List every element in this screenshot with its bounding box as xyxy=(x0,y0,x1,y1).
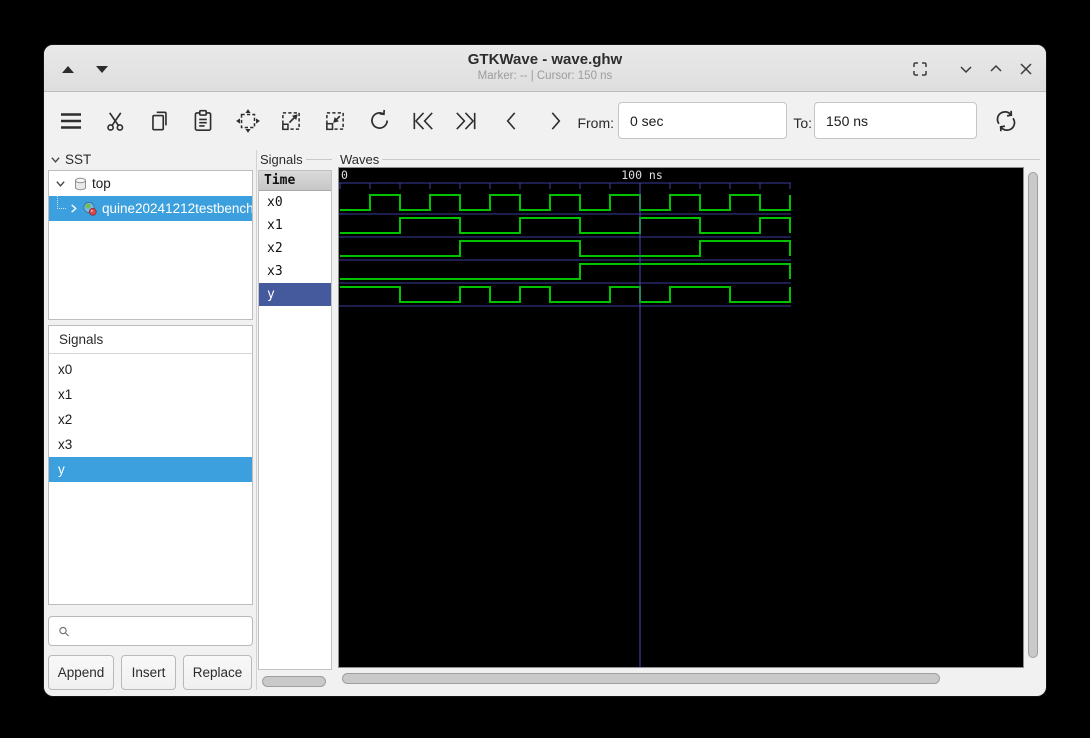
wave-names-header: Signals xyxy=(260,151,332,167)
marker-cursor-status: Marker: -- | Cursor: 150 ns xyxy=(477,70,613,82)
zoom-in-icon xyxy=(282,112,300,131)
reload-icon xyxy=(996,110,1016,132)
skip-to-start-icon xyxy=(413,112,433,130)
chevron-down-icon xyxy=(960,66,972,74)
step-back-button[interactable] xyxy=(499,108,525,134)
facility-item-x0[interactable]: x0 xyxy=(49,357,252,382)
sst-header-label: SST xyxy=(65,151,92,167)
zoom-in-button[interactable] xyxy=(278,108,304,134)
frame-line xyxy=(382,158,1040,160)
minimize-button[interactable] xyxy=(956,59,976,79)
facilities-panel-title: Signals xyxy=(49,326,252,354)
wave-name-x3[interactable]: x3 xyxy=(259,260,331,283)
zoom-out-button[interactable] xyxy=(322,108,348,134)
skip-to-start-button[interactable] xyxy=(410,108,436,134)
time-header[interactable]: Time xyxy=(259,171,331,191)
wave-name-y[interactable]: y xyxy=(259,283,331,306)
waves-hscrollbar[interactable] xyxy=(338,672,1040,685)
waves-header-label: Waves xyxy=(340,151,380,167)
menu-button[interactable] xyxy=(58,108,84,134)
copy-button[interactable] xyxy=(147,108,173,134)
reload-button[interactable] xyxy=(993,108,1019,134)
wave-display[interactable]: 0 100 ns xyxy=(338,167,1024,668)
to-label: To: xyxy=(793,115,812,131)
wave-names-header-label: Signals xyxy=(260,151,303,167)
cut-button[interactable] xyxy=(103,108,129,134)
wave-names-panel: Time x0 x1 x2 x3 y xyxy=(258,170,332,687)
undo-button[interactable] xyxy=(366,108,392,134)
sst-header[interactable]: SST xyxy=(50,150,91,168)
step-forward-button[interactable] xyxy=(542,108,568,134)
skip-to-end-icon xyxy=(456,112,476,130)
chevron-left-icon xyxy=(506,112,516,130)
zoom-fit-icon xyxy=(236,109,260,133)
paste-button[interactable] xyxy=(190,108,216,134)
wave-name-x0[interactable]: x0 xyxy=(259,191,331,214)
expander-down-icon xyxy=(51,156,60,163)
window-title: GTKWave - wave.ghw xyxy=(467,51,623,68)
menu-icon xyxy=(61,113,81,129)
hierarchy-cylinder-icon xyxy=(71,177,89,191)
undo-icon xyxy=(371,109,388,129)
expander-down-icon[interactable] xyxy=(49,178,71,189)
tree-node-label: top xyxy=(92,176,111,191)
wave-name-x2[interactable]: x2 xyxy=(259,237,331,260)
replace-button[interactable]: Replace xyxy=(183,655,252,690)
tree-node-label: quine20241212testbench xyxy=(102,201,252,216)
titlebar[interactable]: GTKWave - wave.ghw Marker: -- | Cursor: … xyxy=(44,45,1046,92)
facility-item-x3[interactable]: x3 xyxy=(49,432,252,457)
svg-text:0: 0 xyxy=(341,168,348,182)
signal-search-box[interactable] xyxy=(48,616,253,646)
svg-text:100 ns: 100 ns xyxy=(621,168,663,182)
pane-divider[interactable] xyxy=(256,150,257,690)
maximize-button[interactable] xyxy=(986,59,1006,79)
chevron-right-icon xyxy=(551,112,561,130)
names-hscrollbar[interactable] xyxy=(261,675,330,688)
insert-button[interactable]: Insert xyxy=(121,655,176,690)
wave-name-x1[interactable]: x1 xyxy=(259,214,331,237)
waveform-canvas[interactable]: 0 100 ns xyxy=(339,168,1023,667)
waves-header: Waves xyxy=(340,151,1040,167)
facility-item-x2[interactable]: x2 xyxy=(49,407,252,432)
waves-hscrollbar-thumb[interactable] xyxy=(342,673,940,684)
facilities-panel: Signals x0 x1 x2 x3 y xyxy=(48,325,253,605)
facility-item-x1[interactable]: x1 xyxy=(49,382,252,407)
zoom-out-icon xyxy=(326,112,344,131)
cut-icon xyxy=(107,112,124,131)
entity-globe-icon xyxy=(80,201,100,217)
gtkwave-window: GTKWave - wave.ghw Marker: -- | Cursor: … xyxy=(44,45,1046,696)
names-hscrollbar-thumb[interactable] xyxy=(262,676,326,687)
from-input[interactable] xyxy=(618,102,787,139)
tree-connector xyxy=(57,196,66,209)
copy-icon xyxy=(152,111,167,131)
search-icon xyxy=(59,626,69,636)
facility-item-y[interactable]: y xyxy=(49,457,252,482)
expander-right-icon[interactable] xyxy=(66,203,80,214)
chevron-up-icon xyxy=(990,64,1002,72)
frame-line xyxy=(305,158,332,160)
sst-tree: top quine20241212testbench xyxy=(48,170,253,320)
close-icon xyxy=(1020,63,1032,75)
zoom-fit-button[interactable] xyxy=(235,108,261,134)
facilities-list: x0 x1 x2 x3 y xyxy=(49,354,252,482)
tree-node-top[interactable]: top xyxy=(49,171,252,196)
fullscreen-icon xyxy=(913,62,927,76)
from-label: From: xyxy=(577,115,614,131)
append-button[interactable]: Append xyxy=(48,655,114,690)
skip-to-end-button[interactable] xyxy=(453,108,479,134)
signal-search-input[interactable] xyxy=(76,619,252,643)
waves-vscrollbar-thumb[interactable] xyxy=(1028,172,1038,658)
tree-node-testbench[interactable]: quine20241212testbench xyxy=(49,196,252,221)
fullscreen-button[interactable] xyxy=(910,59,930,79)
close-button[interactable] xyxy=(1016,59,1036,79)
to-input[interactable] xyxy=(814,102,977,139)
waves-vscrollbar[interactable] xyxy=(1026,167,1040,668)
paste-icon xyxy=(194,109,212,132)
